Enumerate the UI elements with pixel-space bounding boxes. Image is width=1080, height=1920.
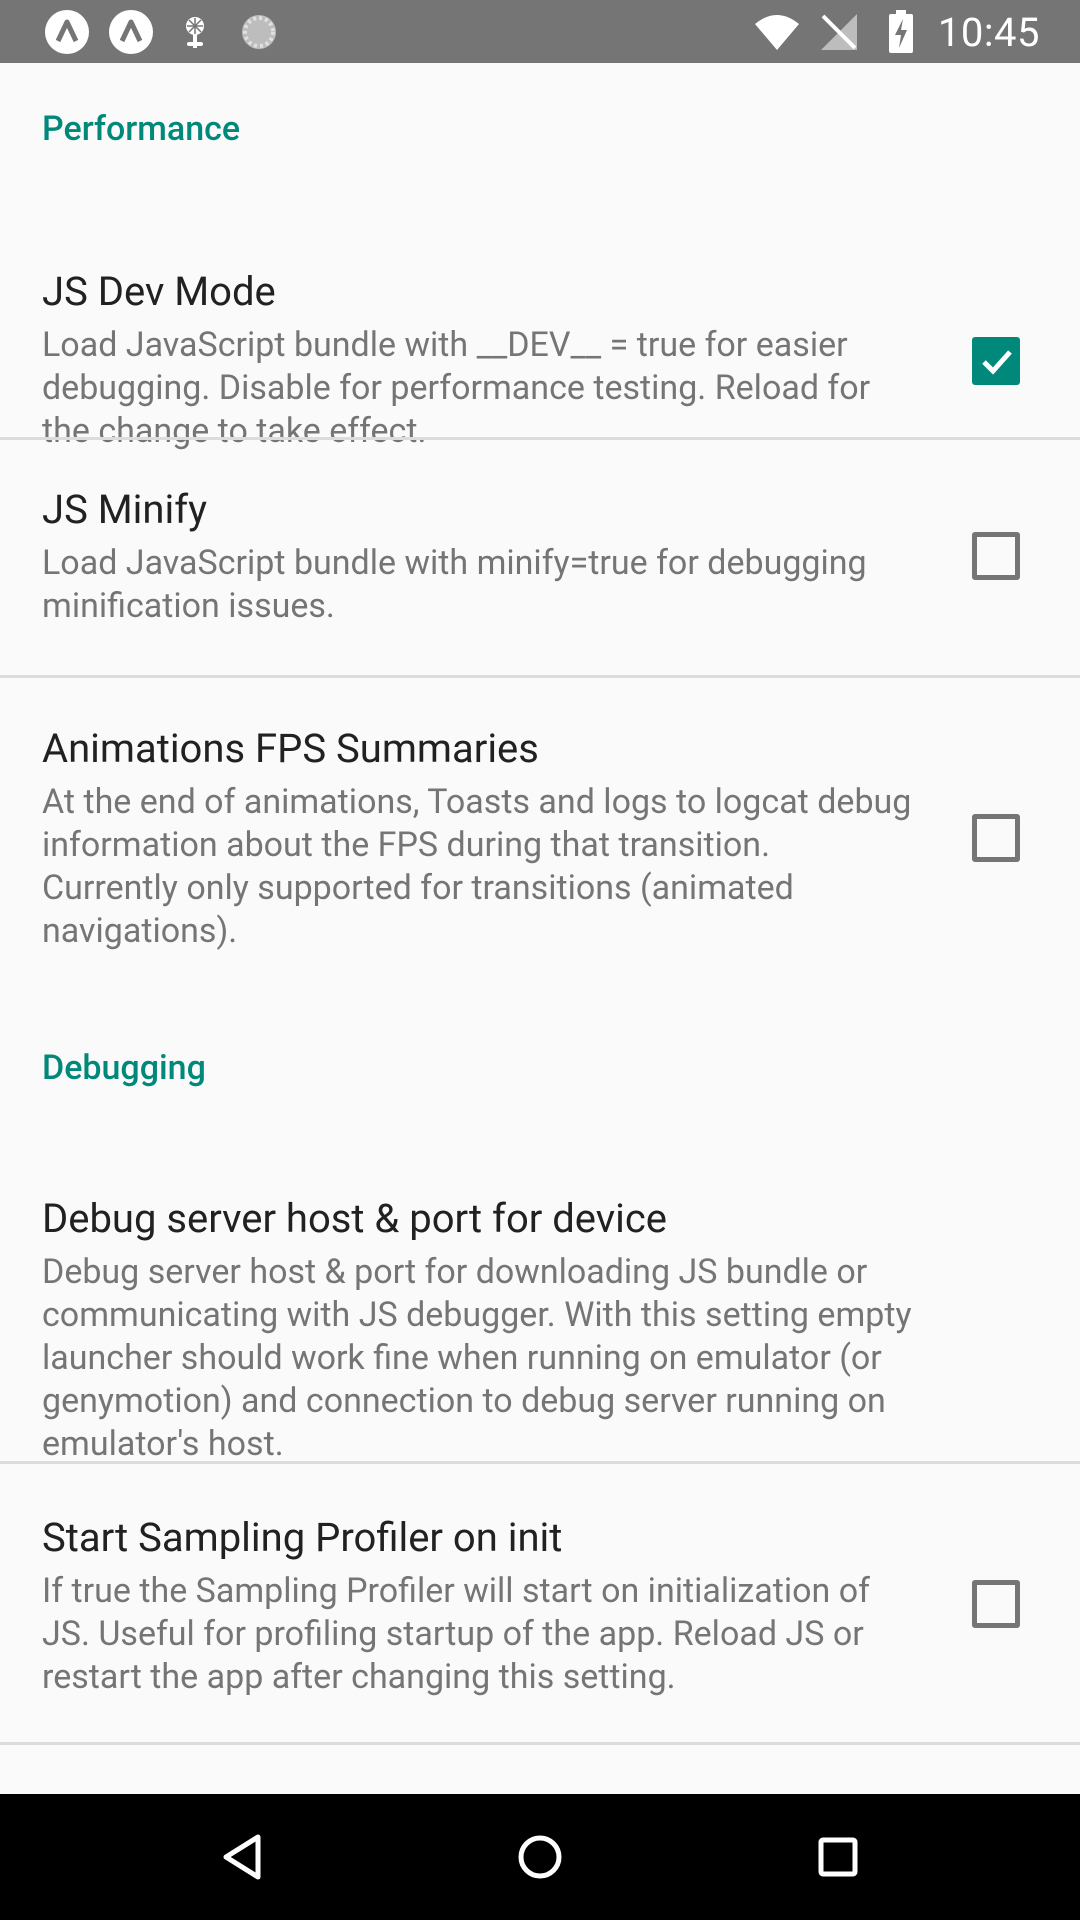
js-dev-mode-checkbox[interactable] — [972, 337, 1020, 385]
pref-title: Animations FPS Summaries — [42, 725, 539, 772]
pref-title: Debug server host & port for device — [42, 1195, 667, 1242]
pref-summary: At the end of animations, Toasts and log… — [42, 782, 912, 951]
pref-title: Start Sampling Profiler on init — [42, 1514, 563, 1561]
no-signal-icon — [816, 9, 862, 55]
pref-animations-fps-summaries[interactable]: Animations FPS Summaries At the end of a… — [0, 678, 1080, 998]
status-notification-icons — [44, 10, 300, 54]
js-minify-checkbox[interactable] — [972, 532, 1020, 580]
pref-title: JS Minify — [42, 486, 208, 533]
status-time: 10:45 — [937, 8, 1040, 56]
wifi-icon — [754, 9, 800, 55]
loading-spinner-icon — [236, 9, 282, 55]
settings-list[interactable]: Performance JS Dev Mode Load JavaScript … — [0, 63, 1080, 1794]
pref-summary: Load JavaScript bundle with __DEV__ = tr… — [42, 325, 871, 451]
checkmark-icon — [982, 350, 1012, 375]
status-system-icons: 10:45 — [738, 6, 1040, 58]
recents-icon[interactable] — [808, 1827, 868, 1887]
battery-charging-icon — [878, 9, 924, 55]
pref-summary: If true the Sampling Profiler will start… — [42, 1571, 870, 1697]
pref-title: JS Dev Mode — [42, 268, 276, 315]
pref-summary: Load JavaScript bundle with minify=true … — [42, 543, 867, 626]
sampling-profiler-checkbox[interactable] — [972, 1580, 1020, 1628]
section-header-performance: Performance — [42, 109, 241, 149]
settings-app-icon — [172, 9, 218, 55]
notification-a-icon — [44, 9, 90, 55]
pref-start-sampling-profiler[interactable]: Start Sampling Profiler on init If true … — [0, 1464, 1080, 1744]
notification-a-icon — [108, 9, 154, 55]
status-bar: 10:45 — [0, 0, 1080, 63]
section-header-debugging: Debugging — [42, 1048, 206, 1088]
back-icon[interactable] — [212, 1827, 272, 1887]
home-icon[interactable] — [510, 1827, 570, 1887]
divider — [0, 1742, 1080, 1745]
pref-js-minify[interactable]: JS Minify Load JavaScript bundle with mi… — [0, 440, 1080, 676]
navigation-bar — [0, 1794, 1080, 1920]
animations-fps-checkbox[interactable] — [972, 814, 1020, 862]
pref-summary: Debug server host & port for downloading… — [42, 1252, 912, 1464]
